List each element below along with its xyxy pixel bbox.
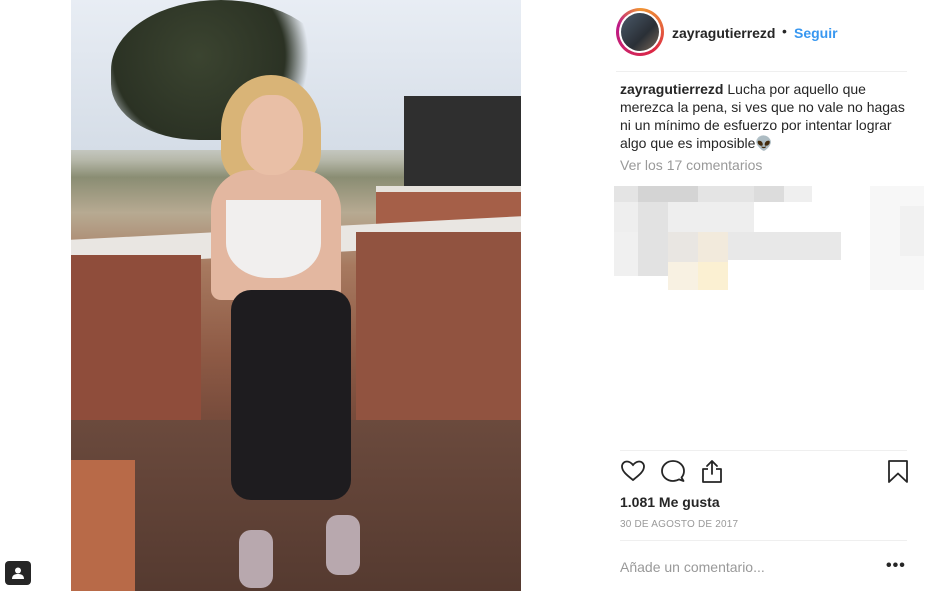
actions-divider	[620, 450, 907, 451]
post-header: zayragutierrezd • Seguir	[616, 8, 907, 58]
view-comments-link[interactable]: Ver los 17 comentarios	[620, 157, 762, 173]
photo-wall-right	[356, 232, 521, 422]
bookmark-icon	[888, 460, 908, 483]
comment-icon	[661, 460, 685, 482]
follow-button[interactable]: Seguir	[794, 25, 838, 41]
photo-hedge	[404, 96, 521, 186]
share-icon	[702, 460, 722, 483]
photo-planter	[71, 460, 135, 591]
like-button[interactable]	[620, 458, 648, 486]
likes-count[interactable]: 1.081 Me gusta	[620, 494, 720, 510]
header-divider	[616, 71, 907, 72]
action-bar	[620, 458, 910, 490]
header-username[interactable]: zayragutierrezd	[672, 25, 775, 41]
photo-person-top	[226, 200, 321, 278]
photo-person-face	[241, 95, 303, 175]
photo-person-shoe-right	[326, 515, 360, 575]
save-button[interactable]	[885, 458, 913, 486]
pixelated-comments	[614, 186, 924, 290]
heart-icon	[621, 460, 645, 482]
more-options-button[interactable]: •••	[886, 557, 906, 575]
caption: zayragutierrezd Lucha por aquello que me…	[620, 80, 910, 152]
post-date: 30 DE AGOSTO DE 2017	[620, 519, 739, 530]
post-photo[interactable]	[71, 0, 521, 591]
avatar-image	[621, 13, 659, 51]
caption-username[interactable]: zayragutierrezd	[620, 81, 723, 97]
comment-button[interactable]	[660, 458, 688, 486]
user-tag-icon[interactable]	[5, 561, 31, 585]
avatar[interactable]	[616, 8, 664, 56]
photo-person-pants	[231, 290, 351, 500]
header-separator: •	[782, 23, 787, 39]
share-button[interactable]	[699, 458, 727, 486]
comment-input[interactable]	[620, 556, 870, 578]
photo-person-shoe-left	[239, 530, 273, 588]
comment-divider	[620, 540, 907, 541]
